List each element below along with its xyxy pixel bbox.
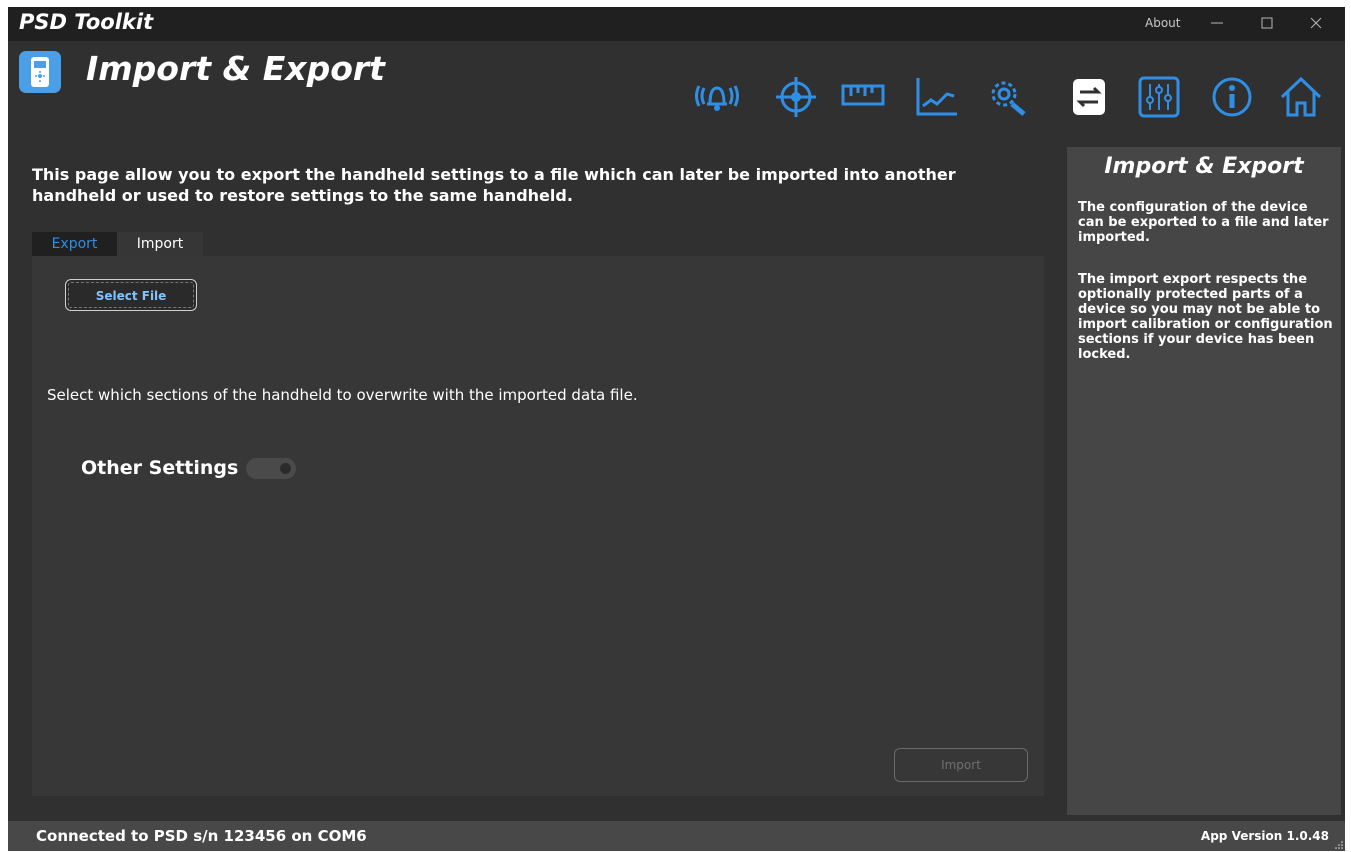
resize-grip-icon[interactable] — [1335, 841, 1343, 849]
tab-import[interactable]: Import — [117, 232, 203, 256]
target-icon[interactable] — [773, 74, 819, 120]
toggle-knob — [280, 463, 291, 474]
intro-text: This page allow you to export the handhe… — [32, 165, 956, 205]
ruler-icon[interactable] — [840, 74, 886, 120]
help-panel: Import & Export The configuration of the… — [1067, 147, 1341, 815]
import-panel: Select File Select which sections of the… — [32, 256, 1044, 796]
sliders-icon[interactable] — [1136, 74, 1182, 120]
home-icon[interactable] — [1278, 74, 1324, 120]
import-button[interactable]: Import — [894, 748, 1028, 782]
app-window: PSD Toolkit About Import & Export This p… — [8, 7, 1345, 851]
chart-icon[interactable] — [913, 74, 959, 120]
select-file-button[interactable]: Select File — [65, 279, 197, 311]
title-bar: PSD Toolkit About — [8, 7, 1345, 41]
info-icon[interactable] — [1209, 74, 1255, 120]
connection-status: Connected to PSD s/n 123456 on COM6 — [36, 827, 367, 845]
page-title: Import & Export — [86, 49, 385, 88]
alarm-icon[interactable] — [694, 74, 740, 120]
import-export-icon[interactable] — [1066, 74, 1112, 120]
help-paragraph: The configuration of the device can be e… — [1078, 200, 1329, 245]
sections-instruction: Select which sections of the handheld to… — [47, 386, 638, 404]
minimize-icon[interactable] — [1205, 11, 1229, 35]
app-title: PSD Toolkit — [19, 10, 154, 34]
tab-export[interactable]: Export — [32, 232, 117, 256]
settings-icon[interactable] — [984, 74, 1030, 120]
other-settings-label: Other Settings — [81, 457, 239, 479]
status-bar: Connected to PSD s/n 123456 on COM6 App … — [8, 821, 1345, 851]
maximize-icon[interactable] — [1255, 11, 1279, 35]
help-title: Import & Export — [1104, 154, 1304, 179]
other-settings-toggle[interactable] — [246, 458, 296, 479]
app-version: App Version 1.0.48 — [1200, 829, 1329, 843]
handheld-device-icon — [19, 51, 61, 93]
about-link[interactable]: About — [1145, 16, 1180, 30]
close-icon[interactable] — [1304, 11, 1328, 35]
help-paragraph: The import export respects the optionall… — [1078, 272, 1333, 362]
